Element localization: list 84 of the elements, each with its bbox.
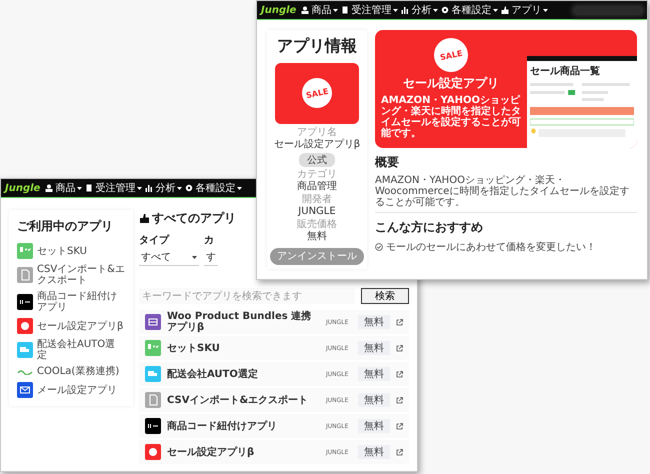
price-tag: 無料 xyxy=(358,393,390,407)
filter-label: カ xyxy=(204,234,215,247)
official-badge: 公式 xyxy=(299,152,335,167)
sidebar-item[interactable]: セットSKU xyxy=(37,246,87,256)
field-label: 開発者 xyxy=(302,194,332,206)
sidebar-item[interactable]: CSVインポート&エクスポート xyxy=(37,264,125,286)
person-icon xyxy=(301,6,310,14)
caret-icon xyxy=(237,186,242,190)
logo-icon xyxy=(17,368,33,374)
app-name: セール設定アプリβ xyxy=(167,446,256,458)
nav-menu[interactable]: 受注管理 xyxy=(85,181,142,195)
price-tag: 無料 xyxy=(358,419,390,433)
banner-title: セール設定アプリ xyxy=(403,75,499,92)
recommend-item: モールのセールにあわせて価格を変更したい！ xyxy=(386,240,596,254)
section-title: こんな方におすすめ xyxy=(375,219,484,236)
sale-sticker: SALE xyxy=(434,38,468,72)
nav-menu[interactable]: 商品 xyxy=(301,3,338,17)
caret-icon xyxy=(493,8,498,12)
app-name: 商品コード紐付けアプリ xyxy=(167,420,278,432)
logo[interactable]: Jungle xyxy=(5,182,40,194)
search-field[interactable]: キーワードでアプリを検索できます xyxy=(139,288,355,304)
sidebar-item[interactable]: 配送会社AUTO選定 xyxy=(37,339,125,361)
external-link-icon[interactable] xyxy=(396,370,403,378)
caret-icon xyxy=(543,8,548,12)
caret-icon xyxy=(433,8,438,12)
hand-icon xyxy=(139,213,150,224)
caret-icon xyxy=(192,256,197,258)
section-title: すべてのアプリ xyxy=(152,210,236,227)
section-title: 概要 xyxy=(375,154,400,171)
price-tag: 無料 xyxy=(358,445,390,459)
search-button[interactable]: 検索 xyxy=(361,288,409,304)
field-label: アプリ名 xyxy=(297,126,337,138)
app-name: 配送会社AUTO選定 xyxy=(167,368,259,380)
hand-icon xyxy=(501,6,510,14)
app-name: Woo Product Bundles 連携アプリβ xyxy=(167,311,312,333)
nav-menu[interactable]: 各種設定 xyxy=(441,3,498,17)
banner-text: AMAZON・YAHOOショッピング・楽天に時間を指定したタイムセールを設定することが可能です。 xyxy=(381,95,521,139)
external-link-icon[interactable] xyxy=(396,344,403,352)
nav-menu[interactable]: 分析 xyxy=(145,181,182,195)
field-value: 商品管理 xyxy=(297,180,337,193)
external-link-icon[interactable] xyxy=(396,448,403,456)
filter-label: タイプ xyxy=(139,233,170,247)
field-value: JUNGLE xyxy=(298,206,336,218)
caret-icon xyxy=(333,8,338,12)
sidebar-item[interactable]: COOLa(業務連携) xyxy=(37,366,120,377)
bar-chart-icon xyxy=(401,6,410,14)
external-link-icon[interactable] xyxy=(396,396,403,404)
nav-menu[interactable]: アプリ xyxy=(501,3,548,17)
nav-menu[interactable]: 商品 xyxy=(45,181,82,195)
person-icon xyxy=(45,184,54,192)
sidebar-title: ご利用中のアプリ xyxy=(17,218,114,235)
page-title: アプリ情報 xyxy=(277,36,357,57)
overview-text: AMAZON・YAHOOショッピング・楽天・Woocommerceに時間を指定したタイムセールを設定することが可能です。 xyxy=(375,175,637,213)
field-value: 無料 xyxy=(307,230,327,243)
price-tag: 無料 xyxy=(358,315,390,329)
price-tag: 無料 xyxy=(358,367,390,381)
bar-chart-icon xyxy=(145,184,154,192)
logo[interactable]: Jungle xyxy=(261,4,296,16)
field-label: 販売価格 xyxy=(297,218,337,230)
nav-menu[interactable]: 分析 xyxy=(401,3,438,17)
field-value: セール設定アプリβ xyxy=(274,138,360,151)
caret-icon xyxy=(137,186,142,190)
nav-menu[interactable]: 各種設定 xyxy=(185,181,242,195)
settings-icon xyxy=(185,184,194,192)
screenshot-title: セール商品一覧 xyxy=(530,64,601,78)
sidebar-item[interactable]: セール設定アプリβ xyxy=(37,320,124,332)
document-icon xyxy=(341,6,350,14)
sidebar-item[interactable]: メール設定アプリ xyxy=(37,384,117,396)
caret-icon xyxy=(393,8,398,12)
blurred-account-bar xyxy=(573,6,643,14)
app-name: CSVインポート&エクスポート xyxy=(167,394,310,406)
settings-icon xyxy=(441,6,450,14)
external-link-icon[interactable] xyxy=(396,422,403,430)
sale-sticker: SALE xyxy=(302,78,332,108)
check-circle-icon xyxy=(375,243,383,251)
caret-icon xyxy=(177,186,182,190)
app-name: セットSKU xyxy=(167,342,221,354)
sidebar-item[interactable]: 商品コード紐付けアプリ xyxy=(37,291,125,313)
document-icon xyxy=(85,184,94,192)
nav-menu[interactable]: 受注管理 xyxy=(341,3,398,17)
price-tag: 無料 xyxy=(358,341,390,355)
field-label: カテゴリ xyxy=(297,168,337,180)
caret-icon xyxy=(77,186,82,190)
external-link-icon[interactable] xyxy=(396,318,403,326)
